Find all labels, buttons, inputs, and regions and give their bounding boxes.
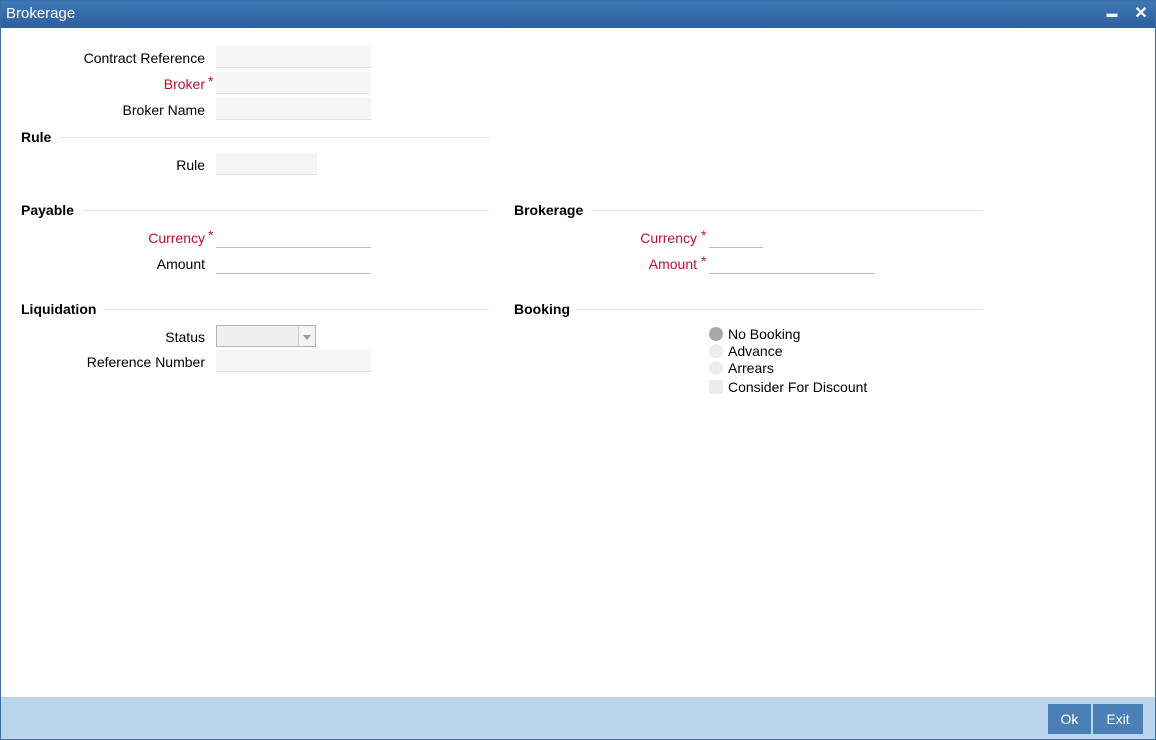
reference-number-field[interactable]	[216, 350, 371, 372]
brokerage-currency-field[interactable]	[709, 226, 763, 248]
arrears-radio[interactable]	[709, 361, 723, 375]
brokerage-currency-label: Currency	[640, 230, 697, 246]
title-bar: Brokerage ▬ ✕	[1, 1, 1155, 28]
no-booking-radio[interactable]	[709, 327, 723, 341]
rule-section-title: Rule	[21, 129, 52, 145]
rule-divider	[59, 137, 489, 138]
payable-amount-field[interactable]	[216, 252, 370, 274]
brokerage-divider	[591, 210, 983, 211]
booking-divider	[575, 309, 983, 310]
minimize-icon[interactable]: ▬	[1103, 5, 1121, 23]
broker-name-label: Broker Name	[122, 102, 205, 118]
rule-label: Rule	[176, 157, 205, 173]
reference-number-label: Reference Number	[86, 354, 205, 370]
rule-field[interactable]	[216, 153, 317, 175]
payable-amount-label: Amount	[156, 256, 205, 272]
payable-divider	[83, 210, 489, 211]
brokerage-currency-required-mark: *	[701, 227, 707, 243]
contract-reference-field[interactable]	[216, 46, 371, 68]
brokerage-amount-field[interactable]	[709, 252, 875, 274]
status-select[interactable]	[216, 325, 316, 347]
exit-button[interactable]: Exit	[1093, 704, 1143, 734]
chevron-down-icon[interactable]	[298, 327, 314, 345]
no-booking-label: No Booking	[728, 326, 801, 342]
advance-radio[interactable]	[709, 344, 723, 358]
brokerage-amount-label: Amount	[648, 256, 697, 272]
ok-button[interactable]: Ok	[1048, 704, 1091, 734]
brokerage-section-title: Brokerage	[514, 202, 584, 218]
payable-currency-label: Currency	[148, 230, 205, 246]
advance-label: Advance	[728, 343, 783, 359]
broker-label: Broker	[163, 76, 205, 92]
payable-currency-field[interactable]	[216, 226, 371, 248]
brokerage-amount-required-mark: *	[701, 253, 707, 269]
window-title: Brokerage	[6, 5, 76, 22]
close-icon[interactable]: ✕	[1132, 5, 1150, 23]
status-label: Status	[165, 329, 205, 345]
liquidation-section-title: Liquidation	[21, 301, 97, 317]
consider-for-discount-checkbox[interactable]	[709, 380, 723, 394]
arrears-label: Arrears	[728, 360, 774, 376]
contract-reference-label: Contract Reference	[83, 50, 205, 66]
consider-for-discount-label: Consider For Discount	[728, 379, 868, 395]
booking-section-title: Booking	[514, 301, 570, 317]
brokerage-window: Brokerage ▬ ✕ Contract Reference Broker …	[0, 0, 1156, 740]
broker-name-field[interactable]	[216, 98, 371, 120]
broker-required-mark: *	[208, 73, 214, 89]
payable-currency-required-mark: *	[208, 227, 214, 243]
broker-field[interactable]	[216, 72, 371, 94]
liquidation-divider	[103, 309, 489, 310]
payable-section-title: Payable	[21, 202, 74, 218]
footer-bar: Ok Exit	[1, 697, 1155, 739]
